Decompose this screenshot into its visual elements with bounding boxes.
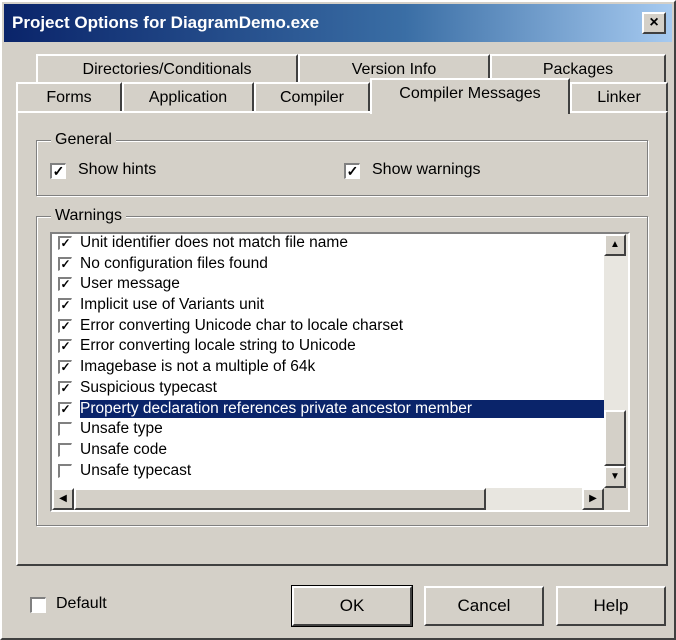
vertical-scrollbar[interactable]: ▲ ▼ <box>604 234 628 488</box>
show-warnings-checkbox[interactable]: ✓ <box>344 163 360 179</box>
warning-label: User message <box>80 275 180 293</box>
check-icon: ✓ <box>60 339 71 354</box>
tab-compiler[interactable]: Compiler <box>254 82 370 112</box>
warning-checkbox[interactable]: ✓ <box>58 298 72 313</box>
warning-checkbox[interactable]: ✓ <box>58 380 72 395</box>
check-icon: ✓ <box>60 277 71 292</box>
warning-checkbox[interactable]: ✓ <box>58 256 72 271</box>
scroll-down-icon[interactable]: ▼ <box>604 466 626 488</box>
warning-label: Implicit use of Variants unit <box>80 296 265 314</box>
warning-list-item[interactable]: ✓ Property declaration references private… <box>56 399 608 421</box>
default-label: Default <box>56 595 107 612</box>
scroll-right-icon[interactable]: ▶ <box>582 488 604 510</box>
check-icon: ✓ <box>52 163 65 179</box>
show-hints-checkbox[interactable]: ✓ <box>50 163 66 179</box>
check-icon: ✓ <box>60 236 71 250</box>
warning-label: Suspicious typecast <box>80 378 217 396</box>
warning-checkbox[interactable]: ✓ <box>58 236 72 250</box>
warning-label: Unsafe typecast <box>80 461 192 479</box>
horizontal-scrollbar[interactable]: ◀ ▶ <box>52 488 604 510</box>
check-icon: ✓ <box>60 318 71 333</box>
warning-list-item[interactable]: ✓ Error converting locale string to Unico… <box>56 337 608 358</box>
tab-compiler-messages[interactable]: Compiler Messages <box>370 78 570 114</box>
warning-list-item[interactable]: ✓ Error converting Unicode char to locale… <box>56 317 608 338</box>
warning-label: Unit identifier does not match file name <box>80 234 348 251</box>
warning-checkbox[interactable]: ✓ <box>58 401 72 416</box>
warning-label: Error converting Unicode char to locale … <box>80 316 404 334</box>
warning-list-item[interactable]: ✓ Imagebase is not a multiple of 64k <box>56 358 608 379</box>
check-icon: ✓ <box>60 380 71 395</box>
scrollbar-corner <box>604 488 628 510</box>
window-title: Project Options for DiagramDemo.exe <box>12 13 320 32</box>
tab-application[interactable]: Application <box>122 82 254 112</box>
warning-label: Unsafe type <box>80 420 163 438</box>
warning-checkbox[interactable] <box>58 422 72 437</box>
check-icon: ✓ <box>60 360 71 375</box>
check-icon: ✓ <box>346 163 359 179</box>
scroll-up-icon[interactable]: ▲ <box>604 234 626 256</box>
warning-label: Error converting locale string to Unicod… <box>80 337 356 355</box>
warnings-listbox[interactable]: ✓ Unit identifier does not match file nam… <box>50 232 630 512</box>
warning-list-item[interactable]: ✓ Implicit use of Variants unit <box>56 296 608 317</box>
warning-list-item[interactable]: Unsafe code <box>56 441 608 462</box>
scroll-left-icon[interactable]: ◀ <box>52 488 74 510</box>
warning-checkbox[interactable] <box>58 442 72 457</box>
warning-checkbox[interactable]: ✓ <box>58 339 72 354</box>
warning-checkbox[interactable]: ✓ <box>58 318 72 333</box>
warning-list-item[interactable]: ✓ User message <box>56 275 608 296</box>
warning-list-item[interactable]: ✓ Suspicious typecast <box>56 379 608 400</box>
warnings-list: ✓ Unit identifier does not match file nam… <box>56 234 608 482</box>
check-icon: ✓ <box>60 256 71 271</box>
tab-linker[interactable]: Linker <box>570 82 668 112</box>
default-checkbox[interactable] <box>30 597 46 613</box>
close-button[interactable]: × <box>642 12 666 34</box>
check-icon: ✓ <box>60 401 71 416</box>
horizontal-scroll-thumb[interactable] <box>74 488 486 510</box>
warning-label: Unsafe code <box>80 440 168 458</box>
vertical-scroll-thumb[interactable] <box>604 410 626 466</box>
tab-forms[interactable]: Forms <box>16 82 122 112</box>
cancel-button[interactable]: Cancel <box>424 586 544 626</box>
warning-list-item[interactable]: ✓ Unit identifier does not match file nam… <box>56 234 608 255</box>
show-warnings-label: Show warnings <box>372 161 481 178</box>
warning-checkbox[interactable] <box>58 463 72 478</box>
show-hints-label: Show hints <box>78 161 157 178</box>
help-button[interactable]: Help <box>556 586 666 626</box>
title-bar[interactable]: Project Options for DiagramDemo.exe × <box>4 4 672 42</box>
warning-label: Property declaration references private … <box>80 399 605 418</box>
warnings-legend: Warnings <box>51 207 126 225</box>
check-icon: ✓ <box>60 298 71 313</box>
warning-list-item[interactable]: ✓ No configuration files found <box>56 255 608 276</box>
warning-checkbox[interactable]: ✓ <box>58 277 72 292</box>
warning-label: No configuration files found <box>80 254 268 272</box>
general-legend: General <box>51 131 116 149</box>
warning-list-item[interactable]: Unsafe type <box>56 420 608 441</box>
warning-label: Imagebase is not a multiple of 64k <box>80 358 316 376</box>
warning-checkbox[interactable]: ✓ <box>58 360 72 375</box>
warning-list-item[interactable]: Unsafe typecast <box>56 462 608 483</box>
ok-button[interactable]: OK <box>291 585 413 627</box>
tab-directories-conditionals[interactable]: Directories/Conditionals <box>36 54 298 84</box>
